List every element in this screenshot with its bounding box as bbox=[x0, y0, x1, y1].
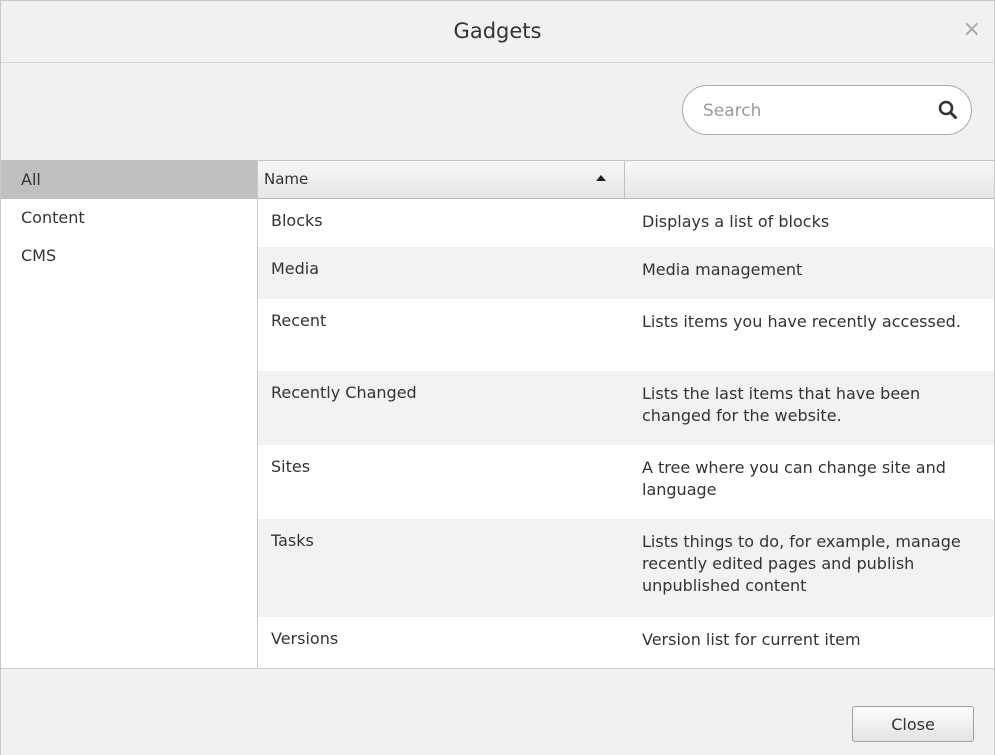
table-row[interactable]: Sites A tree where you can change site a… bbox=[258, 445, 994, 519]
search-icon[interactable] bbox=[937, 99, 959, 121]
title-bar: Gadgets × bbox=[1, 1, 994, 63]
table-row[interactable]: Tasks Lists things to do, for example, m… bbox=[258, 519, 994, 617]
gadget-description: Version list for current item bbox=[642, 630, 861, 649]
gadget-name: Blocks bbox=[271, 211, 323, 230]
gadget-description: Media management bbox=[642, 260, 803, 279]
column-header-description[interactable] bbox=[625, 161, 994, 198]
column-header-name[interactable]: Name bbox=[258, 161, 625, 198]
table-row[interactable]: Media Media management bbox=[258, 247, 994, 299]
sidebar-item-label: All bbox=[21, 170, 41, 189]
gadget-description: Displays a list of blocks bbox=[642, 212, 830, 231]
category-sidebar: All Content CMS bbox=[1, 161, 258, 668]
column-header-label: Name bbox=[264, 170, 309, 188]
sort-ascending-icon bbox=[596, 175, 606, 181]
toolbar bbox=[1, 63, 994, 161]
sidebar-item-label: CMS bbox=[21, 246, 57, 265]
gadget-name: Recently Changed bbox=[271, 383, 417, 402]
table-row[interactable]: Versions Version list for current item bbox=[258, 617, 994, 668]
gadget-description: Lists the last items that have been chan… bbox=[642, 384, 921, 425]
table-row[interactable]: Recently Changed Lists the last items th… bbox=[258, 371, 994, 445]
sidebar-item-label: Content bbox=[21, 208, 85, 227]
gadgets-dialog: Gadgets × All Content CMS Name bbox=[0, 0, 995, 755]
grid-header: Name bbox=[258, 161, 994, 199]
dialog-title: Gadgets bbox=[453, 19, 542, 43]
gadget-name: Media bbox=[271, 259, 320, 278]
search-input[interactable] bbox=[701, 98, 925, 124]
gadget-name: Tasks bbox=[271, 531, 314, 550]
gadgets-grid: Name Blocks Displays a list of blocks Me… bbox=[258, 161, 994, 668]
sidebar-item-content[interactable]: Content bbox=[1, 199, 257, 237]
sidebar-item-cms[interactable]: CMS bbox=[1, 237, 257, 275]
gadget-name: Versions bbox=[271, 629, 339, 648]
gadget-description: Lists items you have recently accessed. bbox=[642, 312, 961, 331]
gadget-name: Recent bbox=[271, 311, 327, 330]
dialog-footer: Close bbox=[1, 668, 994, 755]
gadget-description: Lists things to do, for example, manage … bbox=[642, 532, 961, 595]
sidebar-item-all[interactable]: All bbox=[1, 161, 257, 199]
gadget-description: A tree where you can change site and lan… bbox=[642, 458, 946, 499]
search-box[interactable] bbox=[682, 85, 972, 135]
table-row[interactable]: Recent Lists items you have recently acc… bbox=[258, 299, 994, 371]
gadget-name: Sites bbox=[271, 457, 311, 476]
close-icon[interactable]: × bbox=[963, 18, 981, 42]
close-button[interactable]: Close bbox=[852, 706, 974, 742]
table-row[interactable]: Blocks Displays a list of blocks bbox=[258, 199, 994, 247]
